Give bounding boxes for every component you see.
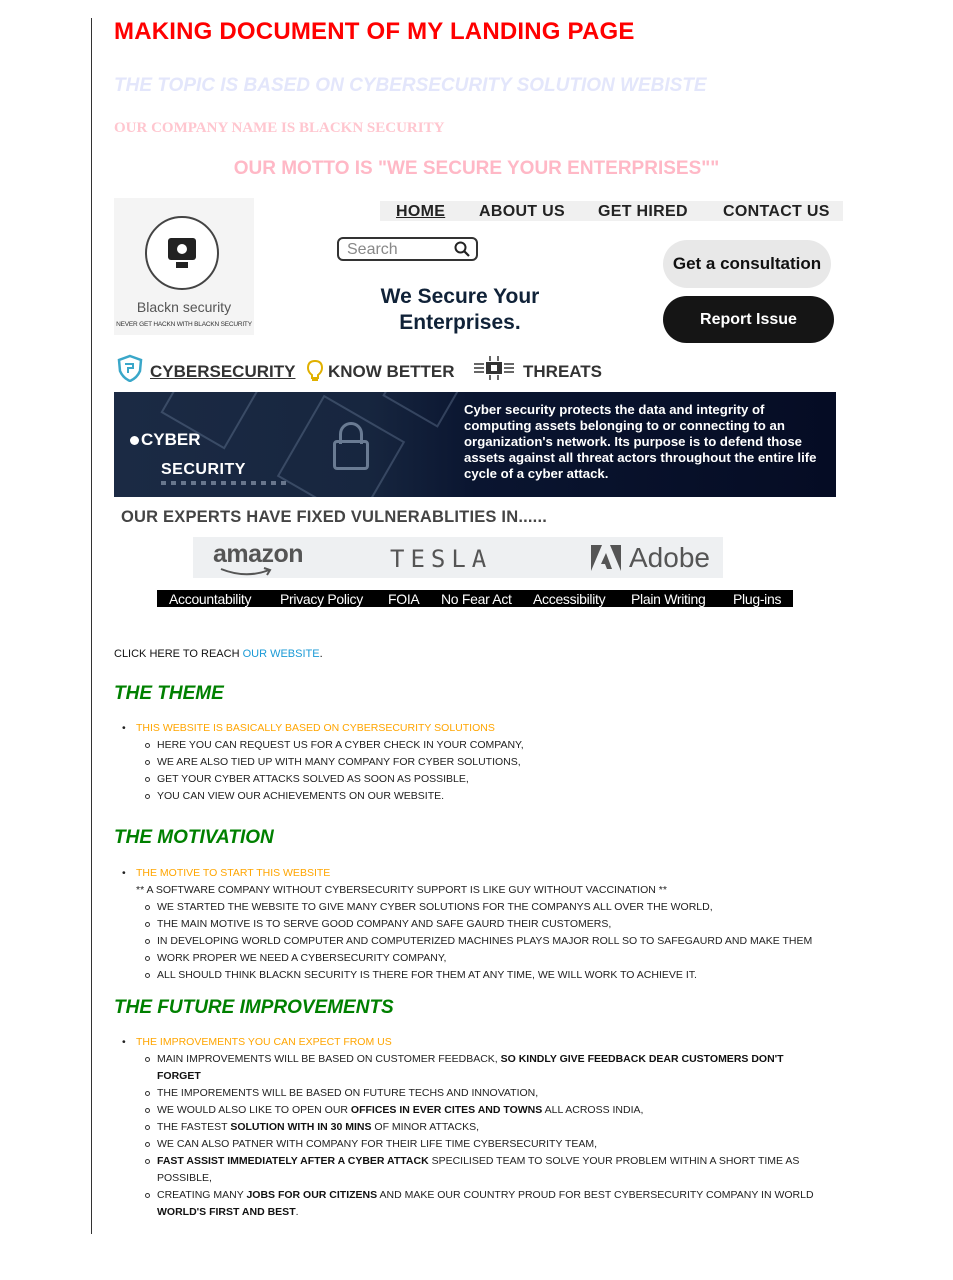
adobe-logo: Adobe bbox=[629, 542, 710, 573]
list-item: ALL SHOULD THINK BLACKN SECURITY IS THER… bbox=[114, 967, 834, 984]
list-item: THE FASTEST SOLUTION WITH IN 30 MINS OF … bbox=[114, 1119, 834, 1136]
lightbulb-icon bbox=[306, 359, 324, 381]
search-input[interactable]: Search bbox=[337, 237, 478, 261]
left-margin-rule bbox=[91, 18, 92, 1234]
chip-icon bbox=[474, 356, 514, 380]
client-logos: amazon TESLA Adobe bbox=[193, 537, 723, 578]
company-line: OUR COMPANY NAME IS BLACKN SECURITY bbox=[114, 120, 445, 136]
slogan-line-2: Enterprises. bbox=[399, 311, 521, 334]
website-link[interactable]: OUR WEBSITE bbox=[243, 648, 320, 660]
category-threats[interactable]: THREATS bbox=[523, 362, 602, 382]
banner-word-security: SECURITY bbox=[161, 461, 246, 478]
footer-link-foia[interactable]: FOIA bbox=[388, 591, 420, 607]
list-item: GET YOUR CYBER ATTACKS SOLVED AS SOON AS… bbox=[114, 771, 834, 788]
list-item: WE CAN ALSO PATNER WITH COMPANY FOR THEI… bbox=[114, 1136, 834, 1153]
shield-icon bbox=[117, 354, 143, 382]
nav-get-hired[interactable]: GET HIRED bbox=[598, 203, 688, 221]
category-know-better[interactable]: KNOW BETTER bbox=[328, 362, 455, 382]
banner-description: Cyber security protects the data and int… bbox=[464, 402, 817, 481]
tesla-logo: TESLA bbox=[390, 545, 493, 573]
list-item: FAST ASSIST IMMEDIATELY AFTER A CYBER AT… bbox=[114, 1153, 834, 1170]
logo-tagline: NEVER GET HACKN WITH BLACKN SECURITY bbox=[116, 321, 252, 328]
future-heading: THE FUTURE IMPROVEMENTS bbox=[114, 997, 394, 1018]
list-item: MAIN IMPROVEMENTS WILL BE BASED ON CUSTO… bbox=[114, 1051, 834, 1068]
motivation-lead: THE MOTIVE TO START THIS WEBSITE bbox=[114, 865, 834, 882]
motivation-quote: ** A SOFTWARE COMPANY WITHOUT CYBERSECUR… bbox=[136, 884, 667, 896]
topic-line: THE TOPIC IS BASED ON CYBERSECURITY SOLU… bbox=[114, 75, 707, 96]
list-item: WE ARE ALSO TIED UP WITH MANY COMPANY FO… bbox=[114, 754, 834, 771]
footer-link-plain-writing[interactable]: Plain Writing bbox=[631, 591, 706, 607]
theme-list: THIS WEBSITE IS BASICALLY BASED ON CYBER… bbox=[114, 720, 834, 805]
list-item: IN DEVELOPING WORLD COMPUTER AND COMPUTE… bbox=[114, 933, 834, 950]
list-item-continuation: WORK PROPER WE NEED A CYBERSECURITY COMP… bbox=[114, 950, 834, 967]
footer-link-plug-ins[interactable]: Plug-ins bbox=[733, 591, 781, 607]
future-lead: THE IMPROVEMENTS YOU CAN EXPECT FROM US bbox=[114, 1034, 834, 1051]
hero-banner: CYBER SECURITY Cyber security protects t… bbox=[114, 392, 836, 497]
motivation-heading: THE MOTIVATION bbox=[114, 827, 274, 848]
experts-heading: OUR EXPERTS HAVE FIXED VULNERABLITIES IN… bbox=[121, 508, 548, 526]
list-item: HERE YOU CAN REQUEST US FOR A CYBER CHEC… bbox=[114, 737, 834, 754]
search-placeholder: Search bbox=[347, 241, 398, 258]
list-item: WE STARTED THE WEBSITE TO GIVE MANY CYBE… bbox=[114, 899, 834, 916]
link-suffix: . bbox=[319, 648, 323, 660]
list-item: THE IMPOREMENTS WILL BE BASED ON FUTURE … bbox=[114, 1085, 834, 1102]
footer-link-no-fear-act[interactable]: No Fear Act bbox=[441, 591, 512, 607]
report-issue-button[interactable]: Report Issue bbox=[663, 296, 834, 343]
lock-icon bbox=[333, 440, 369, 470]
list-item: CREATING MANY JOBS FOR OUR CITIZENS AND … bbox=[114, 1187, 834, 1204]
theme-lead: THIS WEBSITE IS BASICALLY BASED ON CYBER… bbox=[114, 720, 834, 737]
brand-logo: Blackn security NEVER GET HACKN WITH BLA… bbox=[114, 198, 254, 335]
banner-word-cyber: CYBER bbox=[130, 430, 201, 450]
future-list: THE IMPROVEMENTS YOU CAN EXPECT FROM US … bbox=[114, 1034, 834, 1221]
list-item: YOU CAN VIEW OUR ACHIEVEMENTS ON OUR WEB… bbox=[114, 788, 834, 805]
nav-contact-us[interactable]: CONTACT US bbox=[723, 203, 830, 221]
list-item-continuation: FORGET bbox=[157, 1070, 201, 1082]
nav-home[interactable]: HOME bbox=[396, 203, 445, 221]
top-nav: HOME ABOUT US GET HIRED CONTACT US bbox=[380, 201, 843, 221]
slogan-line-1: We Secure Your bbox=[380, 285, 540, 308]
logo-name: Blackn security bbox=[136, 299, 232, 315]
amazon-smile-icon bbox=[220, 567, 272, 576]
nav-about-us[interactable]: ABOUT US bbox=[479, 203, 565, 221]
document-title: MAKING DOCUMENT OF MY LANDING PAGE bbox=[114, 18, 635, 45]
category-cybersecurity[interactable]: CYBERSECURITY bbox=[150, 362, 295, 382]
adobe-icon bbox=[591, 545, 621, 571]
link-prefix: CLICK HERE TO REACH bbox=[114, 648, 243, 660]
monitor-icon bbox=[145, 216, 219, 290]
hero-slogan: We Secure Your Enterprises. bbox=[340, 284, 580, 336]
footer-link-privacy-policy[interactable]: Privacy Policy bbox=[280, 591, 363, 607]
consultation-button[interactable]: Get a consultation bbox=[663, 240, 831, 288]
theme-heading: THE THEME bbox=[114, 683, 224, 704]
list-item: WE WOULD ALSO LIKE TO OPEN OUR OFFICES I… bbox=[114, 1102, 834, 1119]
search-icon[interactable] bbox=[454, 241, 470, 257]
list-item-continuation: POSSIBLE, bbox=[157, 1172, 212, 1184]
list-item-continuation: WORLD'S FIRST AND BEST. bbox=[157, 1206, 299, 1218]
motivation-list: THE MOTIVE TO START THIS WEBSITE ** A SO… bbox=[114, 865, 834, 984]
list-item: THE MAIN MOTIVE IS TO SERVE GOOD COMPANY… bbox=[114, 916, 834, 933]
footer-link-accountability[interactable]: Accountability bbox=[169, 591, 251, 607]
website-link-line: CLICK HERE TO REACH OUR WEBSITE. bbox=[114, 648, 323, 660]
amazon-logo: amazon bbox=[213, 540, 304, 568]
footer-link-accessibility[interactable]: Accessibility bbox=[533, 591, 606, 607]
footer-links: Accountability Privacy Policy FOIA No Fe… bbox=[157, 590, 793, 607]
motto-line: OUR MOTTO IS "WE SECURE YOUR ENTERPRISES… bbox=[233, 158, 720, 179]
